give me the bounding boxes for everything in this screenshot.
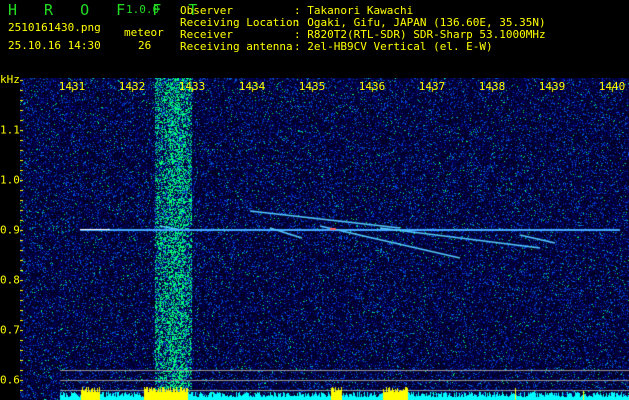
y-tick-label: 0.9 — [0, 223, 20, 237]
x-tick-label: 1439 — [538, 80, 566, 93]
x-tick-label: 1438 — [478, 80, 506, 93]
x-tick-label: 1435 — [298, 80, 326, 93]
y-tick-label: 1.0 — [0, 173, 20, 187]
meteor-label: meteor — [124, 26, 164, 39]
x-tick-label: 1432 — [118, 80, 146, 93]
y-tick-label: 0.6 — [0, 373, 20, 387]
file-name: 2510161430.png — [8, 21, 101, 34]
x-tick-label: 1437 — [418, 80, 446, 93]
info-value-antenna: : 2el-HB9CV Vertical (el. E-W) — [294, 40, 493, 53]
meteor-count: 26 — [138, 39, 152, 52]
y-tick-label: 1.1 — [0, 123, 20, 137]
axis-unit: kHz — [0, 73, 20, 86]
spectrogram — [20, 78, 629, 400]
info-label-antenna: Receiving antenna — [180, 40, 293, 53]
x-tick-label: 1440 — [598, 80, 626, 93]
y-tick-label: 0.7 — [0, 323, 20, 337]
x-tick-label: 1431 — [58, 80, 86, 93]
x-tick-label: 1436 — [358, 80, 386, 93]
y-tick-label: 0.8 — [0, 273, 20, 287]
app-title: H R O F F T — [8, 1, 207, 19]
x-tick-label: 1433 — [178, 80, 206, 93]
app-version: 1.0.0 — [126, 3, 160, 16]
x-tick-label: 1434 — [238, 80, 266, 93]
file-datetime: 25.10.16 14:30 — [8, 39, 101, 52]
